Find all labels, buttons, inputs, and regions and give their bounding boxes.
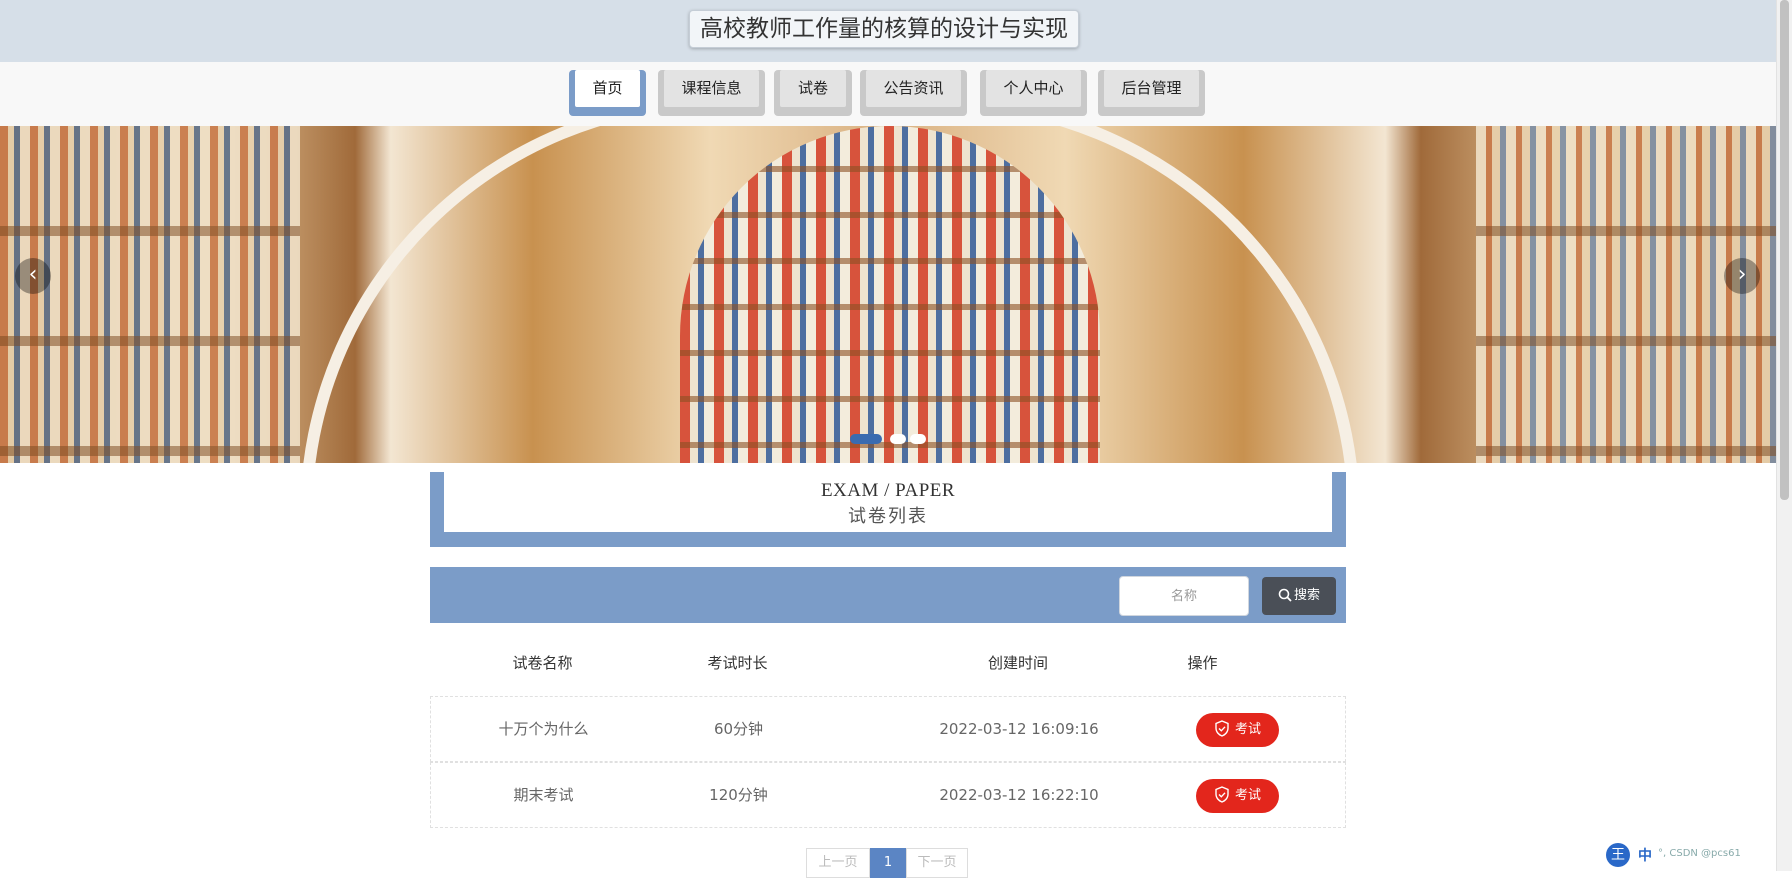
search-button[interactable]: 搜索: [1262, 577, 1336, 615]
section-title-cn: 试卷列表: [848, 506, 928, 526]
page-scrollbar[interactable]: [1776, 0, 1792, 871]
cell-duration: 60分钟: [713, 720, 764, 738]
section-heading: EXAM / PAPER 试卷列表: [430, 472, 1346, 547]
section-heading-panel: EXAM / PAPER 试卷列表: [444, 472, 1332, 532]
page-number-current[interactable]: 1: [870, 848, 906, 878]
cell-created-time: 2022-03-12 16:09:16: [939, 720, 1099, 738]
nav-item-personal-center[interactable]: 个人中心: [980, 70, 1087, 116]
cell-paper-name: 期末考试: [513, 786, 574, 804]
ime-mode-indicator[interactable]: 中: [1638, 845, 1652, 865]
banner-carousel: ‹ ›: [0, 126, 1776, 463]
carousel-dot-2[interactable]: [890, 434, 906, 444]
nav-item-label: 个人中心: [986, 70, 1081, 107]
search-bar: 搜索: [430, 567, 1346, 623]
cell-paper-name: 十万个为什么: [498, 720, 589, 738]
search-button-label: 搜索: [1293, 588, 1320, 603]
prev-page-button[interactable]: 上一页: [806, 848, 870, 878]
chevron-right-icon[interactable]: ›: [1724, 258, 1760, 294]
take-exam-button[interactable]: 考试: [1196, 779, 1279, 813]
cell-created-time: 2022-03-12 16:22:10: [939, 786, 1099, 804]
nav-item-label: 课程信息: [664, 70, 759, 107]
nav-item-paper[interactable]: 试卷: [774, 70, 852, 116]
scrollbar-thumb[interactable]: [1780, 0, 1789, 500]
section-title-en: EXAM / PAPER: [820, 480, 956, 501]
nav-item-admin[interactable]: 后台管理: [1098, 70, 1205, 116]
search-icon: [1278, 588, 1292, 602]
banner-image: [0, 126, 300, 463]
table-header: 试卷名称 考试时长 创建时间 操作: [430, 636, 1346, 696]
column-header-action: 操作: [1187, 654, 1218, 672]
take-exam-button[interactable]: 考试: [1196, 713, 1279, 747]
carousel-dot-1[interactable]: [850, 434, 882, 444]
nav-item-home[interactable]: 首页: [569, 70, 646, 116]
table-row: 十万个为什么 60分钟 2022-03-12 16:09:16 考试: [430, 696, 1346, 762]
nav-item-label: 后台管理: [1104, 70, 1199, 107]
site-header: 高校教师工作量的核算的设计与实现: [0, 0, 1776, 62]
column-header-duration: 考试时长: [707, 654, 768, 672]
table-row: 期末考试 120分钟 2022-03-12 16:22:10 考试: [430, 762, 1346, 828]
ime-logo-icon[interactable]: 王: [1606, 843, 1630, 867]
carousel-dot-3[interactable]: [910, 434, 926, 444]
column-header-name: 试卷名称: [512, 654, 573, 672]
banner-image-right: [1476, 126, 1776, 463]
shield-check-icon: [1215, 786, 1229, 803]
take-exam-label: 考试: [1234, 722, 1261, 737]
site-title: 高校教师工作量的核算的设计与实现: [689, 10, 1079, 48]
cell-duration: 120分钟: [709, 786, 768, 804]
search-input[interactable]: [1119, 576, 1249, 616]
nav-item-course-info[interactable]: 课程信息: [658, 70, 765, 116]
nav-item-label: 试卷: [780, 70, 846, 107]
take-exam-label: 考试: [1234, 788, 1261, 803]
next-page-button[interactable]: 下一页: [906, 848, 968, 878]
nav-item-label: 首页: [575, 70, 640, 107]
shield-check-icon: [1215, 720, 1229, 737]
main-nav: 首页 课程信息 试卷 公告资讯 个人中心 后台管理: [0, 62, 1776, 126]
chevron-left-icon[interactable]: ‹: [15, 258, 51, 294]
nav-item-announcements[interactable]: 公告资讯: [860, 70, 967, 116]
ime-tray-text: °, CSDN @pcs61: [1658, 848, 1741, 859]
nav-item-label: 公告资讯: [866, 70, 961, 107]
